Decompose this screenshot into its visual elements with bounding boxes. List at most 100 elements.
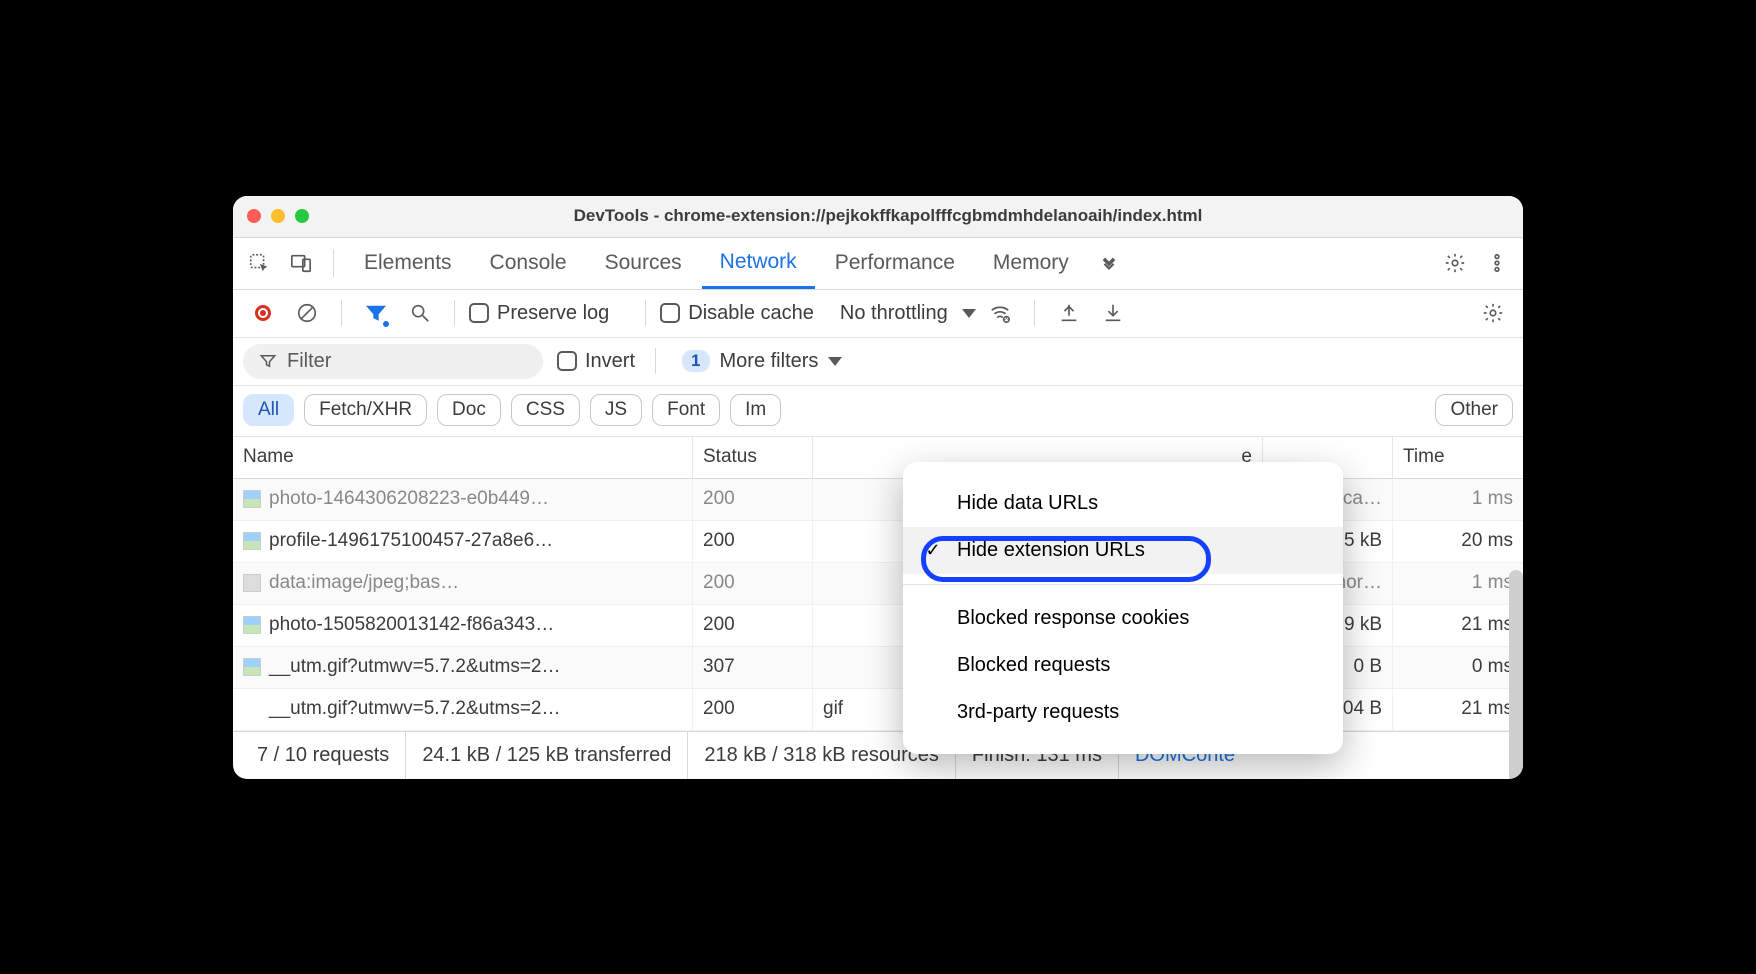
request-name: profile-1496175100457-27a8e6…: [269, 530, 553, 552]
separator: [655, 348, 656, 374]
cell-status: 200: [693, 479, 813, 520]
invert-checkbox[interactable]: Invert: [557, 350, 635, 373]
status-requests: 7 / 10 requests: [241, 732, 406, 779]
clear-button[interactable]: [287, 293, 327, 333]
chip-js[interactable]: JS: [590, 394, 642, 426]
file-icon: [243, 574, 261, 592]
throttling-value: No throttling: [840, 302, 948, 325]
window-title: DevTools - chrome-extension://pejkokffka…: [327, 206, 1449, 226]
menu-item-label: Hide extension URLs: [957, 539, 1145, 562]
export-har-icon[interactable]: [1093, 293, 1133, 333]
file-icon: [243, 616, 261, 634]
titlebar: DevTools - chrome-extension://pejkokffka…: [233, 196, 1523, 238]
chevron-down-icon: [828, 357, 842, 366]
cell-name: photo-1505820013142-f86a343…: [233, 605, 693, 646]
chip-doc[interactable]: Doc: [437, 394, 501, 426]
col-time[interactable]: Time: [1393, 437, 1523, 478]
filter-placeholder: Filter: [287, 350, 331, 373]
devtools-window: DevTools - chrome-extension://pejkokffka…: [233, 196, 1523, 779]
tab-console[interactable]: Console: [472, 238, 585, 289]
disable-cache-label: Disable cache: [688, 302, 814, 325]
more-filters-menu: Hide data URLs ✓ Hide extension URLs Blocke…: [903, 462, 1343, 754]
cell-status: 200: [693, 605, 813, 646]
cell-time: 0 ms: [1393, 647, 1523, 688]
chip-font[interactable]: Font: [652, 394, 720, 426]
cell-status: 200: [693, 521, 813, 562]
request-name: __utm.gif?utmwv=5.7.2&utms=2…: [269, 656, 560, 678]
panel-tabs: Elements Console Sources Network Perform…: [233, 238, 1523, 290]
tab-network[interactable]: Network: [702, 238, 815, 289]
cell-name: __utm.gif?utmwv=5.7.2&utms=2…: [233, 689, 693, 730]
inspect-element-icon[interactable]: [239, 243, 279, 283]
chip-css[interactable]: CSS: [511, 394, 580, 426]
menu-item-label: 3rd-party requests: [957, 701, 1119, 724]
minimize-window-button[interactable]: [271, 209, 285, 223]
invert-label: Invert: [585, 350, 635, 373]
window-controls: [247, 209, 309, 223]
menu-item[interactable]: Blocked requests: [903, 642, 1343, 689]
more-filters-label: More filters: [720, 350, 819, 373]
separator: [333, 249, 334, 277]
cell-name: photo-1464306208223-e0b449…: [233, 479, 693, 520]
request-name: photo-1505820013142-f86a343…: [269, 614, 554, 636]
menu-item-label: Hide data URLs: [957, 492, 1098, 515]
col-status[interactable]: Status: [693, 437, 813, 478]
col-name[interactable]: Name: [233, 437, 693, 478]
request-name: photo-1464306208223-e0b449…: [269, 488, 549, 510]
filter-toggle-icon[interactable]: [356, 293, 396, 333]
preserve-log-checkbox[interactable]: Preserve log: [469, 302, 609, 325]
file-icon: [243, 658, 261, 676]
more-filters-dropdown[interactable]: 1 More filters: [676, 346, 848, 377]
search-icon[interactable]: [400, 293, 440, 333]
request-type-chips: All Fetch/XHR Doc CSS JS Font Im Other: [233, 386, 1523, 437]
menu-divider: [903, 584, 1343, 585]
menu-item[interactable]: 3rd-party requests: [903, 689, 1343, 736]
cell-time: 21 ms: [1393, 605, 1523, 646]
chip-other[interactable]: Other: [1435, 394, 1513, 426]
cell-time: 21 ms: [1393, 689, 1523, 730]
tab-sources[interactable]: Sources: [587, 238, 700, 289]
tab-memory[interactable]: Memory: [975, 238, 1087, 289]
filter-bar: Filter Invert 1 More filters: [233, 338, 1523, 386]
cell-name: profile-1496175100457-27a8e6…: [233, 521, 693, 562]
network-conditions-icon[interactable]: [980, 293, 1020, 333]
network-settings-gear-icon[interactable]: [1473, 293, 1513, 333]
more-filters-count: 1: [682, 350, 709, 372]
chip-img[interactable]: Im: [730, 394, 781, 426]
cell-status: 200: [693, 563, 813, 604]
toggle-device-toolbar-icon[interactable]: [281, 243, 321, 283]
record-button[interactable]: [243, 293, 283, 333]
check-icon: ✓: [923, 540, 943, 561]
more-tabs-icon[interactable]: [1089, 243, 1129, 283]
request-name: __utm.gif?utmwv=5.7.2&utms=2…: [269, 698, 560, 720]
settings-gear-icon[interactable]: [1435, 243, 1475, 283]
network-toolbar: Preserve log Disable cache No throttling: [233, 290, 1523, 338]
menu-item-label: Blocked requests: [957, 654, 1110, 677]
menu-item[interactable]: Blocked response cookies: [903, 595, 1343, 642]
menu-item-label: Blocked response cookies: [957, 607, 1189, 630]
cell-time: 20 ms: [1393, 521, 1523, 562]
file-icon: [243, 532, 261, 550]
chip-all[interactable]: All: [243, 394, 294, 426]
file-icon: [243, 490, 261, 508]
filter-input[interactable]: Filter: [243, 344, 543, 379]
zoom-window-button[interactable]: [295, 209, 309, 223]
throttling-select[interactable]: No throttling: [840, 302, 976, 325]
chip-fetch-xhr[interactable]: Fetch/XHR: [304, 394, 427, 426]
cell-status: 200: [693, 689, 813, 730]
kebab-menu-icon[interactable]: [1477, 243, 1517, 283]
tab-elements[interactable]: Elements: [346, 238, 470, 289]
close-window-button[interactable]: [247, 209, 261, 223]
menu-item[interactable]: Hide data URLs: [903, 480, 1343, 527]
menu-item[interactable]: ✓ Hide extension URLs: [903, 527, 1343, 574]
status-transferred: 24.1 kB / 125 kB transferred: [406, 732, 688, 779]
scrollbar[interactable]: [1509, 570, 1523, 779]
cell-status: 307: [693, 647, 813, 688]
preserve-log-label: Preserve log: [497, 302, 609, 325]
cell-name: data:image/jpeg;bas…: [233, 563, 693, 604]
tab-performance[interactable]: Performance: [817, 238, 973, 289]
import-har-icon[interactable]: [1049, 293, 1089, 333]
request-name: data:image/jpeg;bas…: [269, 572, 459, 594]
cell-name: __utm.gif?utmwv=5.7.2&utms=2…: [233, 647, 693, 688]
disable-cache-checkbox[interactable]: Disable cache: [660, 302, 814, 325]
